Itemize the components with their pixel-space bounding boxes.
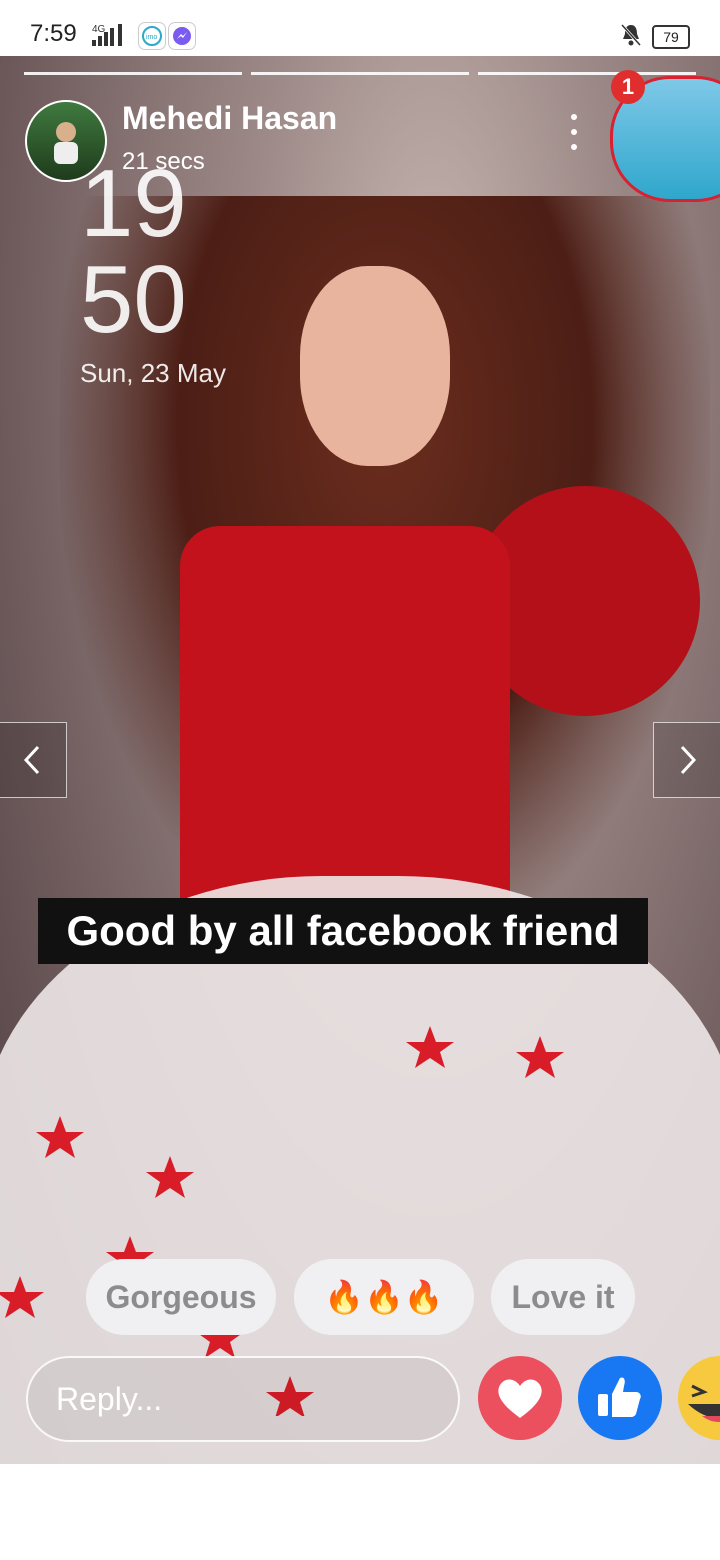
next-story-button[interactable] bbox=[653, 722, 720, 798]
quick-reply-gorgeous[interactable]: Gorgeous bbox=[86, 1259, 276, 1335]
love-reaction-button[interactable] bbox=[478, 1356, 562, 1440]
story-progress-segment bbox=[251, 72, 469, 75]
lock-screen-clock: 19 50 Sun, 23 May bbox=[80, 156, 226, 389]
reply-input[interactable]: Reply... bbox=[26, 1356, 460, 1442]
battery-indicator: 79 bbox=[652, 25, 690, 49]
laughing-face-icon bbox=[688, 1384, 720, 1422]
story-caption: Good by all facebook friend bbox=[38, 898, 648, 964]
svg-text:imo: imo bbox=[146, 34, 157, 41]
status-time: 7:59 bbox=[30, 20, 77, 47]
signal-icon: 4G bbox=[92, 24, 122, 46]
quick-reply-love-it[interactable]: Love it bbox=[491, 1259, 635, 1335]
chevron-left-icon bbox=[23, 745, 40, 775]
messenger-icon bbox=[168, 22, 196, 50]
lock-clock-date: Sun, 23 May bbox=[80, 358, 226, 388]
previous-story-button[interactable] bbox=[0, 722, 67, 798]
vertical-ellipsis-icon bbox=[571, 114, 577, 120]
like-reaction-button[interactable] bbox=[578, 1356, 662, 1440]
heart-icon bbox=[498, 1379, 542, 1418]
haha-reaction-button[interactable] bbox=[678, 1356, 720, 1440]
more-options-button[interactable] bbox=[558, 114, 590, 150]
thumbs-up-icon bbox=[598, 1377, 641, 1417]
story-photo-face bbox=[300, 266, 450, 466]
lock-clock-minute: 50 bbox=[80, 246, 187, 353]
author-avatar[interactable] bbox=[25, 100, 107, 182]
bell-muted-icon bbox=[620, 23, 642, 47]
author-name[interactable]: Mehedi Hasan bbox=[122, 100, 337, 137]
status-bar: 7:59 4G imo 79 bbox=[0, 0, 720, 56]
story-timestamp: 21 secs bbox=[122, 148, 205, 175]
imo-icon: imo bbox=[138, 22, 166, 50]
story-viewer[interactable]: 19 50 Sun, 23 May Mehedi Hasan 21 secs 1… bbox=[0, 56, 720, 1464]
unseen-count-badge: 1 bbox=[611, 70, 645, 104]
quick-reply-fire[interactable]: 🔥🔥🔥 bbox=[294, 1259, 474, 1335]
network-label: 4G bbox=[92, 24, 106, 35]
chevron-right-icon bbox=[680, 745, 697, 775]
story-progress-segment bbox=[24, 72, 242, 75]
story-progress-segment bbox=[478, 72, 696, 75]
